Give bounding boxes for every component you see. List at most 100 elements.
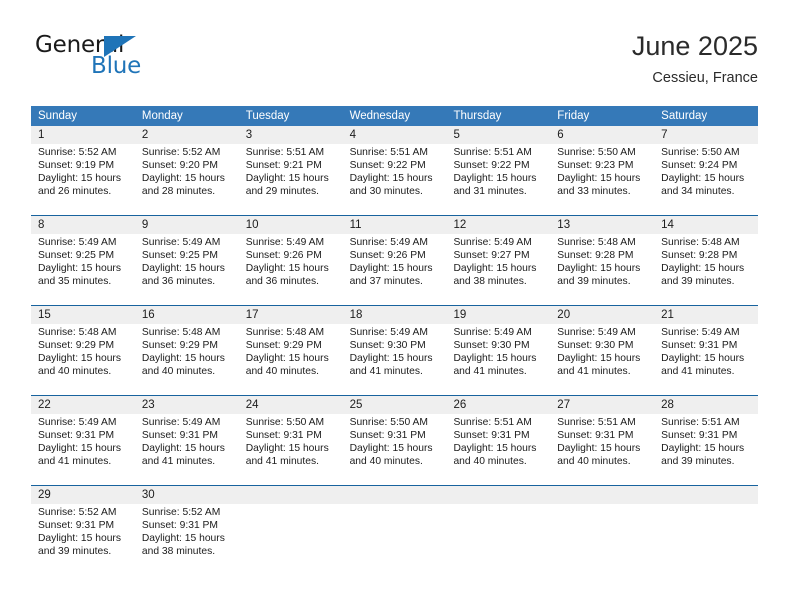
day-number: 27 [557,399,571,411]
day-detail-line: Sunrise: 5:48 AM [557,237,636,248]
day-number: 5 [453,129,460,141]
calendar-day-cell[interactable]: 9 Sunrise: 5:49 AM Sunset: 9:25 PM Daylight… [135,216,239,305]
day-details: Sunrise: 5:51 AM Sunset: 9:31 PM Daylight:… [557,416,654,468]
day-number: 24 [245,399,259,411]
logo-text-blue: Blue [91,53,142,79]
day-detail-line: Sunset: 9:25 PM [38,250,115,261]
calendar-day-cell[interactable]: 16 Sunrise: 5:48 AM Sunset: 9:29 PM Dayligh… [135,306,239,395]
calendar-day-cell[interactable]: 10 Sunrise: 5:49 AM Sunset: 9:26 PM Dayligh… [239,216,343,305]
day-detail-line: Sunrise: 5:49 AM [38,237,117,248]
calendar-day-cell[interactable]: 12 Sunrise: 5:49 AM Sunset: 9:27 PM Dayligh… [446,216,550,305]
day-detail-line: and 40 minutes. [349,456,423,467]
day-number: 4 [349,129,356,141]
day-detail-line: Sunset: 9:30 PM [557,340,634,351]
day-detail-line: and 40 minutes. [141,366,216,377]
calendar-day-cell[interactable]: 26 Sunrise: 5:51 AM Sunset: 9:31 PM Dayligh… [446,396,550,485]
day-number: 8 [38,219,45,231]
day-detail-line: and 40 minutes. [38,366,112,377]
day-number: 20 [557,309,571,321]
week-cells: 8 Sunrise: 5:49 AM Sunset: 9:25 PM Daylight… [31,216,758,305]
calendar-day-cell[interactable]: 1 Sunrise: 5:52 AM Sunset: 9:19 PM Daylight… [31,126,135,215]
day-number: 12 [453,219,467,231]
calendar-day-cell[interactable]: 14 Sunrise: 5:48 AM Sunset: 9:28 PM Dayligh… [654,216,758,305]
day-detail-line: and 41 minutes. [453,366,527,377]
day-detail-line: Daylight: 15 hours [141,443,225,454]
day-detail-line: Sunrise: 5:49 AM [453,327,532,338]
day-detail-line: Daylight: 15 hours [349,263,433,274]
day-details: Sunrise: 5:50 AM Sunset: 9:31 PM Daylight:… [246,416,343,468]
calendar-day-cell[interactable]: 20 Sunrise: 5:49 AM Sunset: 9:30 PM Dayligh… [550,306,654,395]
calendar-day-cell[interactable]: 4 Sunrise: 5:51 AM Sunset: 9:22 PM Daylight… [343,126,447,215]
day-detail-line: Sunrise: 5:49 AM [349,327,428,338]
day-detail-line: and 39 minutes. [661,276,735,287]
day-details: Sunrise: 5:50 AM Sunset: 9:23 PM Daylight:… [557,146,654,198]
calendar-day-cell[interactable]: 7 Sunrise: 5:50 AM Sunset: 9:24 PM Daylight… [654,126,758,215]
day-detail-line: and 38 minutes. [141,546,216,557]
weekday-header-monday: Monday [141,110,183,122]
day-detail-line: Sunrise: 5:49 AM [38,417,117,428]
day-detail-line: Daylight: 15 hours [557,263,641,274]
day-detail-line: Sunset: 9:31 PM [141,520,218,531]
day-detail-line: and 36 minutes. [141,276,216,287]
calendar-day-cell[interactable]: 24 Sunrise: 5:50 AM Sunset: 9:31 PM Dayligh… [239,396,343,485]
day-detail-line: Sunset: 9:31 PM [661,430,738,441]
calendar-day-cell[interactable]: 23 Sunrise: 5:49 AM Sunset: 9:31 PM Dayligh… [135,396,239,485]
day-details: Sunrise: 5:49 AM Sunset: 9:26 PM Daylight:… [246,236,343,288]
day-detail-line: Daylight: 15 hours [38,443,121,454]
day-details: Sunrise: 5:49 AM Sunset: 9:30 PM Daylight:… [350,326,447,378]
day-detail-line: Daylight: 15 hours [453,443,537,454]
day-detail-line: Daylight: 15 hours [245,173,329,184]
day-details: Sunrise: 5:49 AM Sunset: 9:31 PM Daylight:… [38,416,135,468]
calendar-day-cell[interactable]: 15 Sunrise: 5:48 AM Sunset: 9:29 PM Dayligh… [31,306,135,395]
day-detail-line: Daylight: 15 hours [661,263,745,274]
day-number: 2 [141,129,149,141]
day-detail-line: Sunrise: 5:51 AM [245,147,325,158]
day-detail-line: Sunrise: 5:52 AM [141,147,221,158]
calendar-day-cell[interactable]: 25 Sunrise: 5:50 AM Sunset: 9:31 PM Dayligh… [343,396,447,485]
calendar-day-cell[interactable]: 27 Sunrise: 5:51 AM Sunset: 9:31 PM Dayligh… [550,396,654,485]
day-detail-line: Sunrise: 5:48 AM [661,237,740,248]
day-detail-line: Sunset: 9:28 PM [557,250,634,261]
calendar-day-cell[interactable]: 30 Sunrise: 5:52 AM Sunset: 9:31 PM Dayligh… [135,486,239,575]
day-detail-line: Daylight: 15 hours [349,173,433,184]
week-cells: 29 Sunrise: 5:52 AM Sunset: 9:31 PM Dayligh… [31,486,758,575]
calendar-day-cell[interactable]: 18 Sunrise: 5:49 AM Sunset: 9:30 PM Dayligh… [343,306,447,395]
day-detail-line: Sunrise: 5:52 AM [38,507,117,518]
calendar-day-cell[interactable]: 6 Sunrise: 5:50 AM Sunset: 9:23 PM Daylight… [550,126,654,215]
calendar-day-cell[interactable]: 17 Sunrise: 5:48 AM Sunset: 9:29 PM Dayligh… [239,306,343,395]
day-details: Sunrise: 5:50 AM Sunset: 9:31 PM Daylight:… [350,416,447,468]
day-detail-line: Daylight: 15 hours [557,353,641,364]
day-details: Sunrise: 5:49 AM Sunset: 9:27 PM Daylight:… [453,236,550,288]
calendar-day-cell[interactable]: 2 Sunrise: 5:52 AM Sunset: 9:20 PM Daylight… [135,126,239,215]
calendar-day-cell[interactable]: 8 Sunrise: 5:49 AM Sunset: 9:25 PM Daylight… [31,216,135,305]
day-detail-line: Sunrise: 5:51 AM [661,417,740,428]
title-block: June 2025 Cessieu, France [632,30,758,88]
calendar-day-cell[interactable]: 5 Sunrise: 5:51 AM Sunset: 9:22 PM Daylight… [446,126,550,215]
day-detail-line: and 38 minutes. [453,276,527,287]
day-detail-line: Sunset: 9:30 PM [453,340,530,351]
calendar-day-cell[interactable]: 22 Sunrise: 5:49 AM Sunset: 9:31 PM Dayligh… [31,396,135,485]
page-title: June 2025 [631,31,758,61]
day-number: 17 [245,309,259,321]
calendar-day-cell[interactable]: 21 Sunrise: 5:49 AM Sunset: 9:31 PM Dayligh… [654,306,758,395]
day-number: 23 [141,399,155,411]
weekday-header-friday: Friday [557,110,590,122]
calendar-cell-empty [239,486,343,575]
day-detail-line: Sunrise: 5:49 AM [349,237,428,248]
calendar-day-cell[interactable]: 19 Sunrise: 5:49 AM Sunset: 9:30 PM Dayligh… [446,306,550,395]
page-header: General Blue June 2025 Cessieu, France [31,30,758,100]
day-detail-line: and 41 minutes. [349,366,423,377]
day-detail-line: and 41 minutes. [38,456,112,467]
calendar-day-cell[interactable]: 3 Sunrise: 5:51 AM Sunset: 9:21 PM Daylight… [239,126,343,215]
day-detail-line: Daylight: 15 hours [661,443,745,454]
calendar-day-cell[interactable]: 28 Sunrise: 5:51 AM Sunset: 9:31 PM Dayligh… [654,396,758,485]
calendar-day-cell[interactable]: 13 Sunrise: 5:48 AM Sunset: 9:28 PM Dayligh… [550,216,654,305]
day-detail-line: Daylight: 15 hours [245,353,329,364]
calendar-table: Sunday Monday Tuesday Wednesday Thursday Frid… [31,106,758,575]
day-details: Sunrise: 5:52 AM Sunset: 9:31 PM Daylight:… [38,506,135,558]
day-details: Sunrise: 5:50 AM Sunset: 9:24 PM Daylight:… [661,146,758,198]
calendar-day-cell[interactable]: 11 Sunrise: 5:49 AM Sunset: 9:26 PM Dayligh… [343,216,447,305]
day-detail-line: and 34 minutes. [661,186,735,197]
calendar-day-cell[interactable]: 29 Sunrise: 5:52 AM Sunset: 9:31 PM Dayligh… [31,486,135,575]
day-detail-line: Sunrise: 5:50 AM [349,417,428,428]
